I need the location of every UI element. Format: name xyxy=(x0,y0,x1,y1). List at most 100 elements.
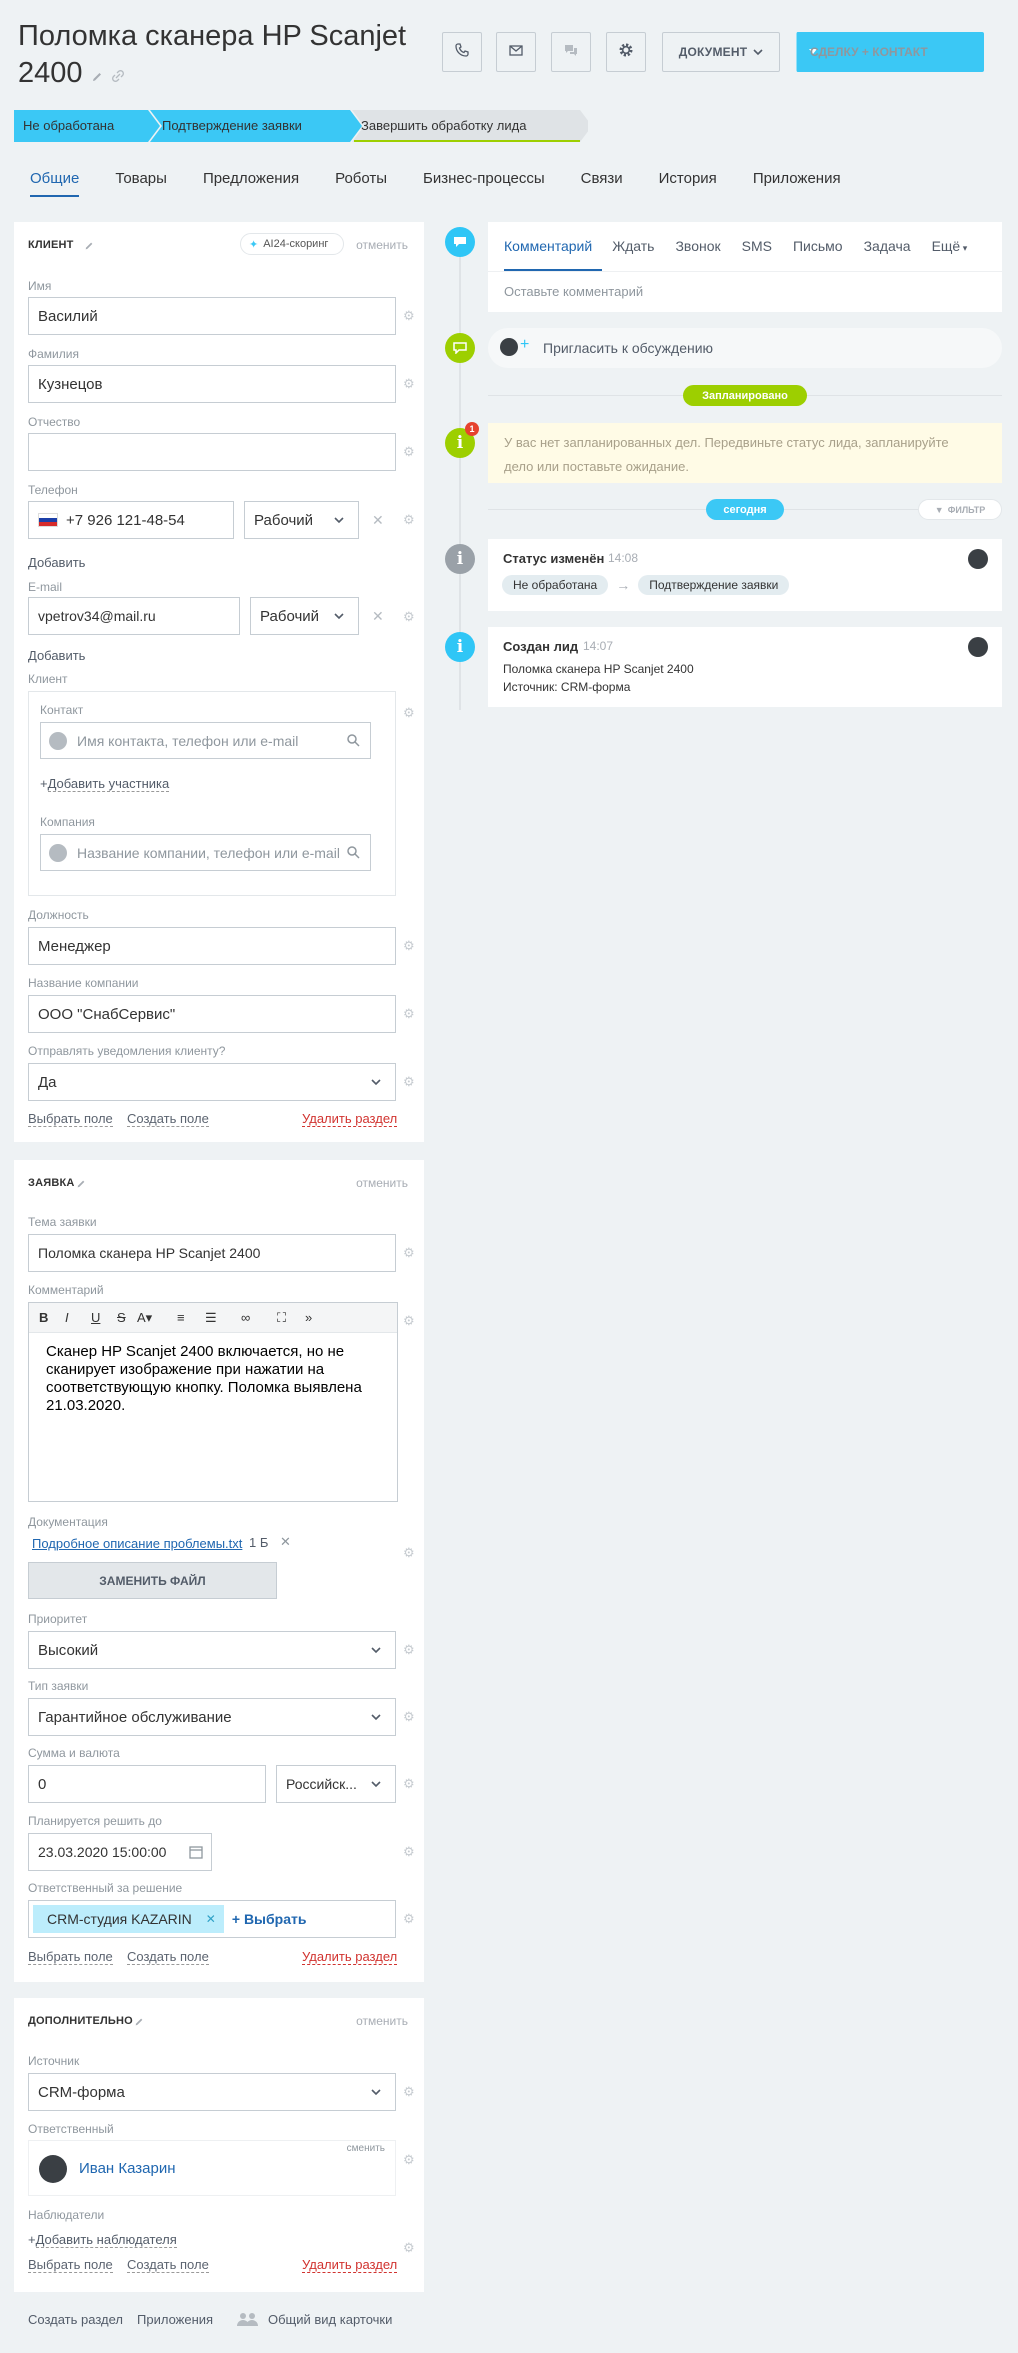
field-gear-icon[interactable]: ⚙ xyxy=(403,1710,415,1723)
stage-finish[interactable]: Завершить обработку лида xyxy=(361,118,526,133)
company-search-input[interactable]: Название компании, телефон или e-mail xyxy=(40,834,371,871)
topic-field[interactable]: Поломка сканера HP Scanjet 2400 xyxy=(28,1234,396,1272)
select-field-link[interactable]: Выбрать поле xyxy=(28,2257,113,2273)
choose-link[interactable]: + Выбрать xyxy=(232,1911,307,1927)
field-gear-icon[interactable]: ⚙ xyxy=(403,1314,415,1327)
comment-editor[interactable]: B I U S A▾ ≡ ☰ ∞ ⛶ » Сканер HP Scanjet 2… xyxy=(28,1302,398,1502)
create-field-link[interactable]: Создать поле xyxy=(127,2257,209,2273)
filter-button[interactable]: ▼ ФИЛЬТР xyxy=(918,499,1002,520)
field-gear-icon[interactable]: ⚙ xyxy=(403,939,415,952)
email-field[interactable]: vpetrov34@mail.ru xyxy=(28,597,240,635)
add-observer-link[interactable]: +Добавить наблюдателя xyxy=(28,2232,177,2248)
select-field-link[interactable]: Выбрать поле xyxy=(28,1111,113,1127)
phone-type-select[interactable]: Рабочий xyxy=(244,501,359,539)
field-gear-icon[interactable]: ⚙ xyxy=(403,1007,415,1020)
search-icon[interactable] xyxy=(346,733,360,750)
tab-call[interactable]: Звонок xyxy=(675,238,720,254)
tab-comment[interactable]: Комментарий xyxy=(504,238,592,254)
tab-general[interactable]: Общие xyxy=(30,170,80,197)
remove-icon[interactable]: ✕ xyxy=(372,608,384,625)
patronymic-field[interactable] xyxy=(28,433,396,471)
currency-select[interactable]: Российск... xyxy=(276,1765,396,1803)
field-gear-icon[interactable]: ⚙ xyxy=(403,513,415,526)
scoring-badge[interactable]: ✦ AI24-скоринг xyxy=(240,233,344,255)
field-gear-icon[interactable]: ⚙ xyxy=(403,1845,415,1858)
more-icon[interactable]: » xyxy=(305,1310,312,1325)
field-gear-icon[interactable]: ⚙ xyxy=(403,2241,415,2254)
responsible-field[interactable]: CRM-студия KAZARIN ✕ + Выбрать xyxy=(28,1900,396,1938)
copy-link-icon[interactable] xyxy=(111,56,125,93)
invite-bar[interactable]: + Пригласить к обсуждению xyxy=(488,328,1002,368)
add-phone-link[interactable]: Добавить xyxy=(28,555,85,570)
create-section-link[interactable]: Создать раздел xyxy=(28,2312,123,2327)
comment-input[interactable]: Оставьте комментарий xyxy=(504,284,643,299)
request-type-select[interactable]: Гарантийное обслуживание xyxy=(28,1698,396,1736)
edit-pencil-icon[interactable] xyxy=(76,1176,86,1194)
delete-section-link[interactable]: Удалить раздел xyxy=(302,1111,398,1127)
name-field[interactable]: Василий xyxy=(28,297,396,335)
field-gear-icon[interactable]: ⚙ xyxy=(403,610,415,623)
field-gear-icon[interactable]: ⚙ xyxy=(403,2153,415,2166)
stage-confirm[interactable]: Подтверждение заявки xyxy=(162,118,302,133)
tab-links[interactable]: Связи xyxy=(581,170,623,197)
field-gear-icon[interactable]: ⚙ xyxy=(403,309,415,322)
strike-button[interactable]: S xyxy=(117,1310,137,1325)
delete-section-link[interactable]: Удалить раздел xyxy=(302,2257,398,2273)
field-gear-icon[interactable]: ⚙ xyxy=(403,1075,415,1088)
create-field-link[interactable]: Создать поле xyxy=(127,1949,209,1965)
responsible-tag[interactable]: CRM-студия KAZARIN ✕ xyxy=(33,1905,224,1933)
invite-link[interactable]: Пригласить к обсуждению xyxy=(543,340,713,356)
tab-task[interactable]: Задача xyxy=(864,238,911,254)
tab-wait[interactable]: Ждать xyxy=(612,238,654,254)
card-view-link[interactable]: Общий вид карточки xyxy=(268,2312,392,2327)
cancel-link[interactable]: отменить xyxy=(356,238,408,252)
remove-icon[interactable]: ✕ xyxy=(206,1912,216,1926)
remove-icon[interactable]: ✕ xyxy=(372,512,384,529)
field-gear-icon[interactable]: ⚙ xyxy=(403,1912,415,1925)
italic-button[interactable]: I xyxy=(65,1310,91,1325)
document-file-link[interactable]: Подробное описание проблемы.txt xyxy=(32,1536,242,1551)
field-gear-icon[interactable]: ⚙ xyxy=(403,445,415,458)
settings-button[interactable] xyxy=(606,32,646,72)
stage-new[interactable]: Не обработана xyxy=(23,118,114,133)
tab-history[interactable]: История xyxy=(659,170,717,197)
tab-robots[interactable]: Роботы xyxy=(335,170,387,197)
link-icon[interactable]: ∞ xyxy=(241,1310,277,1325)
company-name-field[interactable]: ООО "СнабСервис" xyxy=(28,995,396,1033)
convert-lead-button[interactable]: СДЕЛКУ + КОНТАКТ xyxy=(796,32,984,72)
field-gear-icon[interactable]: ⚙ xyxy=(403,1546,415,1559)
fullscreen-icon[interactable]: ⛶ xyxy=(277,1310,305,1326)
remove-file-icon[interactable]: ✕ xyxy=(280,1534,291,1550)
field-gear-icon[interactable]: ⚙ xyxy=(403,1246,415,1259)
apps-link[interactable]: Приложения xyxy=(137,2312,213,2327)
field-gear-icon[interactable]: ⚙ xyxy=(403,706,415,719)
cancel-link[interactable]: отменить xyxy=(356,1176,408,1190)
sum-field[interactable]: 0 xyxy=(28,1765,266,1803)
edit-pencil-icon[interactable] xyxy=(134,2014,144,2032)
font-size-button[interactable]: A▾ xyxy=(137,1310,177,1326)
create-field-link[interactable]: Создать поле xyxy=(127,1111,209,1127)
select-field-link[interactable]: Выбрать поле xyxy=(28,1949,113,1965)
add-email-link[interactable]: Добавить xyxy=(28,648,85,663)
edit-pencil-icon[interactable] xyxy=(84,238,94,256)
chat-button[interactable] xyxy=(551,32,591,72)
field-gear-icon[interactable]: ⚙ xyxy=(403,2085,415,2098)
position-field[interactable]: Менеджер xyxy=(28,927,396,965)
ordered-list-icon[interactable]: ≡ xyxy=(177,1310,205,1325)
change-link[interactable]: сменить xyxy=(347,2143,385,2154)
email-button[interactable] xyxy=(496,32,536,72)
source-select[interactable]: CRM-форма xyxy=(28,2073,396,2111)
contact-search-input[interactable]: Имя контакта, телефон или e-mail xyxy=(40,722,371,759)
tab-sms[interactable]: SMS xyxy=(742,238,772,254)
add-participant-link[interactable]: +Добавить участника xyxy=(40,776,170,792)
tab-bizproc[interactable]: Бизнес-процессы xyxy=(423,170,545,197)
replace-file-button[interactable]: ЗАМЕНИТЬ ФАЙЛ xyxy=(28,1562,277,1599)
field-gear-icon[interactable]: ⚙ xyxy=(403,377,415,390)
tab-more[interactable]: Ещё ▾ xyxy=(932,238,968,254)
tab-email[interactable]: Письмо xyxy=(793,238,843,254)
email-type-select[interactable]: Рабочий xyxy=(250,597,359,635)
bold-button[interactable]: B xyxy=(39,1310,65,1325)
tab-offers[interactable]: Предложения xyxy=(203,170,299,197)
phone-field[interactable]: +7 926 121-48-54 xyxy=(28,501,234,539)
search-icon[interactable] xyxy=(346,845,360,862)
